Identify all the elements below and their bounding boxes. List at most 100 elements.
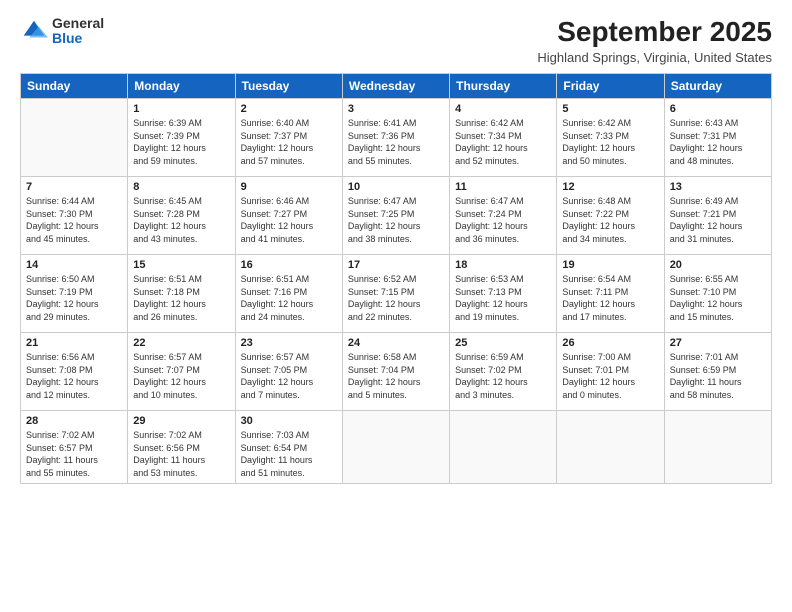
logo-icon bbox=[20, 17, 48, 45]
day-number: 29 bbox=[133, 415, 229, 427]
day-info: Sunrise: 6:49 AM Sunset: 7:21 PM Dayligh… bbox=[670, 195, 766, 245]
day-number: 28 bbox=[26, 415, 122, 427]
week-row-3: 14 Sunrise: 6:50 AM Sunset: 7:19 PM Dayli… bbox=[21, 255, 772, 333]
table-row: 23Sunrise: 6:57 AM Sunset: 7:05 PM Dayli… bbox=[235, 333, 342, 411]
day-number: 18 bbox=[455, 259, 551, 271]
logo-text: General Blue bbox=[52, 16, 104, 47]
table-row: 30 Sunrise: 7:03 AM Sunset: 6:54 PM Dayli… bbox=[235, 411, 342, 484]
day-info: Sunrise: 6:52 AM Sunset: 7:15 PM Dayligh… bbox=[348, 273, 444, 323]
day-number: 4 bbox=[455, 103, 551, 115]
table-row: 15Sunrise: 6:51 AM Sunset: 7:18 PM Dayli… bbox=[128, 255, 235, 333]
day-number: 13 bbox=[670, 181, 766, 193]
day-info: Sunrise: 7:01 AM Sunset: 6:59 PM Dayligh… bbox=[670, 351, 766, 401]
day-number: 12 bbox=[562, 181, 658, 193]
day-number: 17 bbox=[348, 259, 444, 271]
day-number: 20 bbox=[670, 259, 766, 271]
week-row-4: 21 Sunrise: 6:56 AM Sunset: 7:08 PM Dayli… bbox=[21, 333, 772, 411]
day-number: 21 bbox=[26, 337, 122, 349]
day-number: 7 bbox=[26, 181, 122, 193]
day-number: 6 bbox=[670, 103, 766, 115]
table-row: 27 Sunrise: 7:01 AM Sunset: 6:59 PM Dayli… bbox=[664, 333, 771, 411]
day-info: Sunrise: 6:59 AM Sunset: 7:02 PM Dayligh… bbox=[455, 351, 551, 401]
day-info: Sunrise: 6:50 AM Sunset: 7:19 PM Dayligh… bbox=[26, 273, 122, 323]
day-info: Sunrise: 6:44 AM Sunset: 7:30 PM Dayligh… bbox=[26, 195, 122, 245]
day-number: 1 bbox=[133, 103, 229, 115]
col-sunday: Sunday bbox=[21, 74, 128, 99]
col-thursday: Thursday bbox=[450, 74, 557, 99]
day-info: Sunrise: 7:00 AM Sunset: 7:01 PM Dayligh… bbox=[562, 351, 658, 401]
table-row: 24 Sunrise: 6:58 AM Sunset: 7:04 PM Dayli… bbox=[342, 333, 449, 411]
day-number: 8 bbox=[133, 181, 229, 193]
logo-blue-text: Blue bbox=[52, 31, 104, 46]
table-row bbox=[664, 411, 771, 484]
day-info: Sunrise: 6:51 AM Sunset: 7:18 PM Dayligh… bbox=[133, 273, 229, 323]
day-number: 30 bbox=[241, 415, 337, 427]
table-row: 5Sunrise: 6:42 AM Sunset: 7:33 PM Daylig… bbox=[557, 99, 664, 177]
day-info: Sunrise: 6:51 AM Sunset: 7:16 PM Dayligh… bbox=[241, 273, 337, 323]
day-info: Sunrise: 6:42 AM Sunset: 7:34 PM Dayligh… bbox=[455, 117, 551, 167]
day-info: Sunrise: 6:48 AM Sunset: 7:22 PM Dayligh… bbox=[562, 195, 658, 245]
table-row: 10Sunrise: 6:47 AM Sunset: 7:25 PM Dayli… bbox=[342, 177, 449, 255]
week-row-2: 7 Sunrise: 6:44 AM Sunset: 7:30 PM Daylig… bbox=[21, 177, 772, 255]
col-tuesday: Tuesday bbox=[235, 74, 342, 99]
logo: General Blue bbox=[20, 16, 104, 47]
table-row: 19Sunrise: 6:54 AM Sunset: 7:11 PM Dayli… bbox=[557, 255, 664, 333]
header-row: Sunday Monday Tuesday Wednesday Thursday… bbox=[21, 74, 772, 99]
table-row: 25 Sunrise: 6:59 AM Sunset: 7:02 PM Dayli… bbox=[450, 333, 557, 411]
table-row: 8Sunrise: 6:45 AM Sunset: 7:28 PM Daylig… bbox=[128, 177, 235, 255]
table-row: 6 Sunrise: 6:43 AM Sunset: 7:31 PM Daylig… bbox=[664, 99, 771, 177]
table-row: 3Sunrise: 6:41 AM Sunset: 7:36 PM Daylig… bbox=[342, 99, 449, 177]
logo-general-text: General bbox=[52, 16, 104, 31]
col-saturday: Saturday bbox=[664, 74, 771, 99]
page: General Blue September 2025 Highland Spr… bbox=[0, 0, 792, 612]
week-row-5: 28 Sunrise: 7:02 AM Sunset: 6:57 PM Dayli… bbox=[21, 411, 772, 484]
day-info: Sunrise: 6:40 AM Sunset: 7:37 PM Dayligh… bbox=[241, 117, 337, 167]
table-row: 20 Sunrise: 6:55 AM Sunset: 7:10 PM Dayli… bbox=[664, 255, 771, 333]
day-number: 9 bbox=[241, 181, 337, 193]
day-info: Sunrise: 6:46 AM Sunset: 7:27 PM Dayligh… bbox=[241, 195, 337, 245]
day-info: Sunrise: 6:43 AM Sunset: 7:31 PM Dayligh… bbox=[670, 117, 766, 167]
col-wednesday: Wednesday bbox=[342, 74, 449, 99]
table-row bbox=[21, 99, 128, 177]
day-info: Sunrise: 6:54 AM Sunset: 7:11 PM Dayligh… bbox=[562, 273, 658, 323]
day-info: Sunrise: 6:57 AM Sunset: 7:07 PM Dayligh… bbox=[133, 351, 229, 401]
calendar-table: Sunday Monday Tuesday Wednesday Thursday… bbox=[20, 73, 772, 484]
day-number: 2 bbox=[241, 103, 337, 115]
table-row: 12 Sunrise: 6:48 AM Sunset: 7:22 PM Dayli… bbox=[557, 177, 664, 255]
day-info: Sunrise: 6:55 AM Sunset: 7:10 PM Dayligh… bbox=[670, 273, 766, 323]
day-info: Sunrise: 6:58 AM Sunset: 7:04 PM Dayligh… bbox=[348, 351, 444, 401]
table-row bbox=[450, 411, 557, 484]
table-row: 14 Sunrise: 6:50 AM Sunset: 7:19 PM Dayli… bbox=[21, 255, 128, 333]
table-row: 22 Sunrise: 6:57 AM Sunset: 7:07 PM Dayli… bbox=[128, 333, 235, 411]
day-number: 22 bbox=[133, 337, 229, 349]
table-row: 26Sunrise: 7:00 AM Sunset: 7:01 PM Dayli… bbox=[557, 333, 664, 411]
day-number: 14 bbox=[26, 259, 122, 271]
table-row bbox=[557, 411, 664, 484]
day-number: 23 bbox=[241, 337, 337, 349]
table-row: 11Sunrise: 6:47 AM Sunset: 7:24 PM Dayli… bbox=[450, 177, 557, 255]
day-number: 16 bbox=[241, 259, 337, 271]
location-title: Highland Springs, Virginia, United State… bbox=[537, 50, 772, 65]
day-info: Sunrise: 7:02 AM Sunset: 6:56 PM Dayligh… bbox=[133, 429, 229, 479]
day-info: Sunrise: 7:03 AM Sunset: 6:54 PM Dayligh… bbox=[241, 429, 337, 479]
day-info: Sunrise: 7:02 AM Sunset: 6:57 PM Dayligh… bbox=[26, 429, 122, 479]
table-row: 1 Sunrise: 6:39 AM Sunset: 7:39 PM Daylig… bbox=[128, 99, 235, 177]
table-row: 17 Sunrise: 6:52 AM Sunset: 7:15 PM Dayli… bbox=[342, 255, 449, 333]
table-row: 21 Sunrise: 6:56 AM Sunset: 7:08 PM Dayli… bbox=[21, 333, 128, 411]
table-row: 2 Sunrise: 6:40 AM Sunset: 7:37 PM Daylig… bbox=[235, 99, 342, 177]
day-number: 25 bbox=[455, 337, 551, 349]
table-row: 9 Sunrise: 6:46 AM Sunset: 7:27 PM Daylig… bbox=[235, 177, 342, 255]
day-number: 27 bbox=[670, 337, 766, 349]
month-title: September 2025 bbox=[537, 16, 772, 48]
day-number: 5 bbox=[562, 103, 658, 115]
week-row-1: 1 Sunrise: 6:39 AM Sunset: 7:39 PM Daylig… bbox=[21, 99, 772, 177]
table-row: 16 Sunrise: 6:51 AM Sunset: 7:16 PM Dayli… bbox=[235, 255, 342, 333]
day-number: 10 bbox=[348, 181, 444, 193]
day-number: 24 bbox=[348, 337, 444, 349]
col-monday: Monday bbox=[128, 74, 235, 99]
day-info: Sunrise: 6:56 AM Sunset: 7:08 PM Dayligh… bbox=[26, 351, 122, 401]
table-row bbox=[342, 411, 449, 484]
day-info: Sunrise: 6:53 AM Sunset: 7:13 PM Dayligh… bbox=[455, 273, 551, 323]
day-number: 3 bbox=[348, 103, 444, 115]
day-info: Sunrise: 6:39 AM Sunset: 7:39 PM Dayligh… bbox=[133, 117, 229, 167]
